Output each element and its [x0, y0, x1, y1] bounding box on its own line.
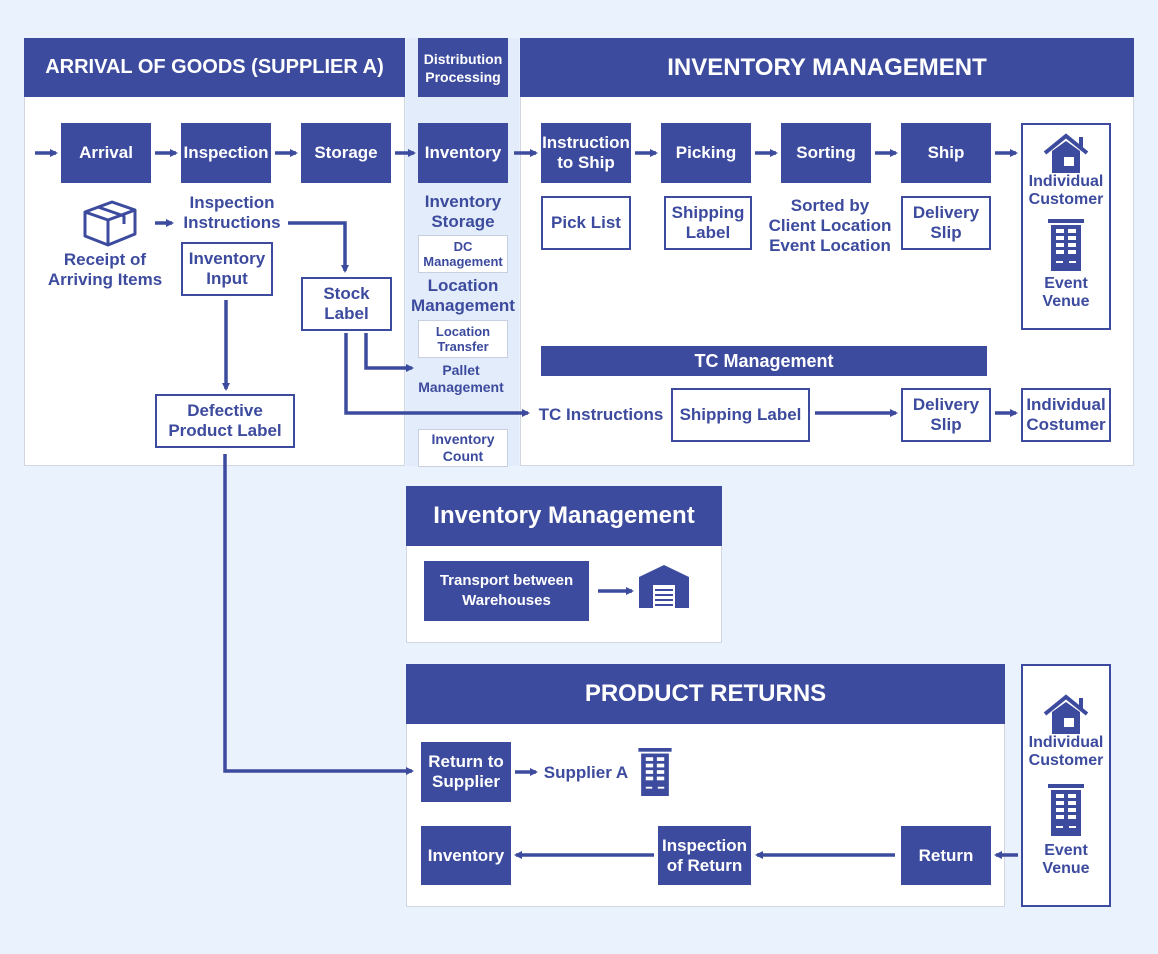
- supplier-building-icon: [638, 748, 672, 796]
- stock-label-box[interactable]: Stock Label: [301, 277, 392, 331]
- step-storage[interactable]: Storage: [301, 123, 391, 183]
- step-arrival[interactable]: Arrival: [61, 123, 151, 183]
- tc-management-header: TC Management: [541, 346, 987, 376]
- inventory-count-box[interactable]: Inventory Count: [418, 429, 508, 467]
- house-icon: [1041, 694, 1091, 734]
- individual-customer-label: Individual Customer: [1028, 734, 1104, 769]
- arrival-header: ARRIVAL OF GOODS (SUPPLIER A): [24, 38, 405, 97]
- event-venue-label: Event Venue: [1042, 275, 1090, 310]
- return-step[interactable]: Return: [901, 826, 991, 885]
- individual-customer-label: Individual Customer: [1028, 173, 1104, 208]
- distribution-inventory[interactable]: Inventory: [418, 123, 508, 183]
- step-sorting[interactable]: Sorting: [781, 123, 871, 183]
- receipt-label: Receipt of Arriving Items: [47, 250, 163, 289]
- inspection-of-return[interactable]: Inspection of Return: [658, 826, 751, 885]
- dc-management-box[interactable]: DC Management: [418, 235, 508, 273]
- step-inspection[interactable]: Inspection: [181, 123, 271, 183]
- tc-instructions-label: TC Instructions: [538, 405, 664, 424]
- returns-customer-box[interactable]: Individual Customer Event Venue: [1021, 664, 1111, 907]
- tc-delivery-slip-box[interactable]: Delivery Slip: [901, 388, 991, 442]
- step-ship[interactable]: Ship: [901, 123, 991, 183]
- pick-list-box[interactable]: Pick List: [541, 196, 631, 250]
- transport-between-warehouses[interactable]: Transport between Warehouses: [424, 561, 589, 621]
- returns-inventory[interactable]: Inventory: [421, 826, 511, 885]
- inventory-management-2-header: Inventory Management: [406, 486, 722, 546]
- inspection-instructions: Inspection Instructions: [183, 193, 281, 232]
- building-icon: [1048, 784, 1084, 836]
- event-venue-label: Event Venue: [1042, 842, 1090, 877]
- product-returns-header: PRODUCT RETURNS: [406, 664, 1005, 724]
- defective-label-box[interactable]: Defective Product Label: [155, 394, 295, 448]
- sorted-by-label: Sorted by Client Location Event Location: [768, 196, 892, 255]
- supplier-a-label: Supplier A: [543, 763, 629, 782]
- tc-customer-box[interactable]: Individual Costumer: [1021, 388, 1111, 442]
- location-management-label: Location Management: [411, 276, 515, 315]
- inventory-storage-label: Inventory Storage: [424, 192, 502, 231]
- inventory-input-box[interactable]: Inventory Input: [181, 242, 273, 296]
- step-picking[interactable]: Picking: [661, 123, 751, 183]
- delivery-slip-box[interactable]: Delivery Slip: [901, 196, 991, 250]
- box-icon: [80, 198, 140, 248]
- arrow: [223, 454, 414, 775]
- shipping-label-box[interactable]: Shipping Label: [664, 196, 752, 250]
- return-to-supplier[interactable]: Return to Supplier: [421, 742, 511, 802]
- customer-destination-box[interactable]: Individual Customer Event Venue: [1021, 123, 1111, 330]
- house-icon: [1041, 133, 1091, 173]
- building-icon: [1048, 219, 1084, 271]
- tc-shipping-label-box[interactable]: Shipping Label: [671, 388, 810, 442]
- distribution-header: Distribution Processing: [418, 38, 508, 97]
- location-transfer-box[interactable]: Location Transfer: [418, 320, 508, 358]
- pallet-management-label: Pallet Management: [418, 362, 504, 395]
- warehouse-icon: [639, 565, 689, 608]
- step-instruction-to-ship[interactable]: Instruction to Ship: [541, 123, 631, 183]
- inventory-management-header: INVENTORY MANAGEMENT: [520, 38, 1134, 97]
